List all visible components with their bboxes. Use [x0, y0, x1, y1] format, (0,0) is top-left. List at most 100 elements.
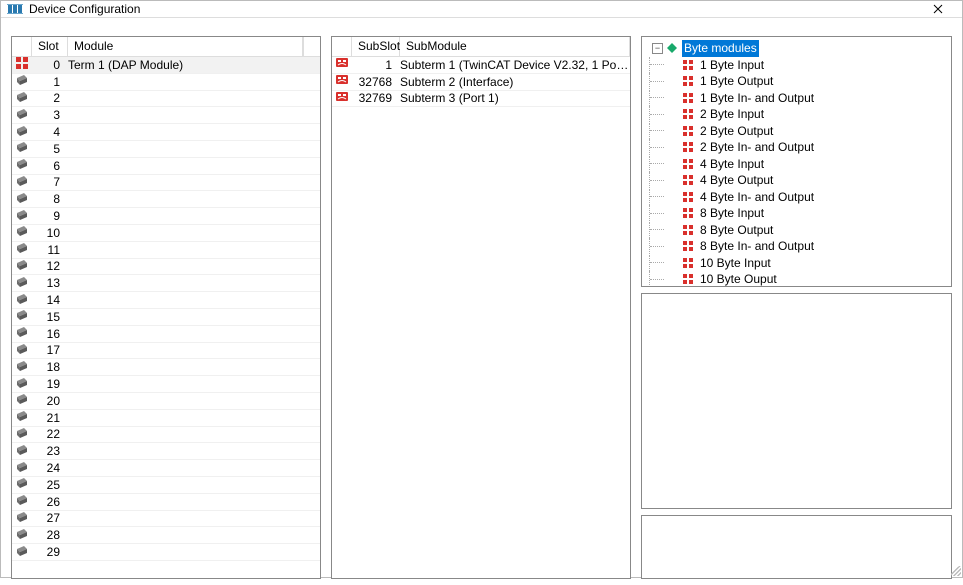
table-row[interactable]: 1Subterm 1 (TwinCAT Device V2.32, 1 Port… — [332, 57, 630, 74]
slot-number: 3 — [32, 108, 68, 122]
empty-slot-icon — [12, 527, 32, 544]
table-row[interactable]: 6 — [12, 158, 320, 175]
tree-node-label: 4 Byte In- and Output — [698, 189, 816, 206]
table-row[interactable]: 23 — [12, 443, 320, 460]
client-area: Slot Module 0Term 1 (DAP Module)12345678… — [1, 18, 962, 585]
tree-node[interactable]: 4 Byte Input — [644, 156, 949, 173]
submodule-icon — [332, 90, 352, 107]
resize-grip-icon[interactable] — [951, 566, 961, 576]
slot-number: 17 — [32, 343, 68, 357]
tree-node[interactable]: 2 Byte In- and Output — [644, 139, 949, 156]
module-type-icon — [682, 174, 694, 186]
table-row[interactable]: 4 — [12, 124, 320, 141]
tree-node[interactable]: 1 Byte In- and Output — [644, 90, 949, 107]
empty-slot-icon — [12, 409, 32, 426]
module-type-icon — [682, 125, 694, 137]
table-row[interactable]: 22 — [12, 427, 320, 444]
empty-slot-icon — [12, 241, 32, 258]
table-row[interactable]: 26 — [12, 494, 320, 511]
module-tree-panel: −Byte modules1 Byte Input1 Byte Output1 … — [641, 36, 952, 287]
slot-number: 9 — [32, 209, 68, 223]
tree-node-label: 8 Byte In- and Output — [698, 238, 816, 255]
table-row[interactable]: 32768Subterm 2 (Interface) — [332, 74, 630, 91]
subslot-table-body[interactable]: 1Subterm 1 (TwinCAT Device V2.32, 1 Port… — [332, 57, 630, 578]
app-icon — [7, 1, 23, 17]
empty-slot-icon — [12, 476, 32, 493]
tree-node[interactable]: 1 Byte Output — [644, 73, 949, 90]
table-row[interactable]: 3 — [12, 107, 320, 124]
subslot-number: 32769 — [352, 91, 400, 105]
table-row[interactable]: 25 — [12, 477, 320, 494]
table-row[interactable]: 20 — [12, 393, 320, 410]
table-row[interactable]: 13 — [12, 275, 320, 292]
tree-node-label: 1 Byte Output — [698, 73, 775, 90]
empty-slot-icon — [12, 376, 32, 393]
table-row[interactable]: 21 — [12, 410, 320, 427]
table-row[interactable]: 7 — [12, 175, 320, 192]
table-row[interactable]: 2 — [12, 91, 320, 108]
tree-node[interactable]: 10 Byte Ouput — [644, 271, 949, 286]
slot-number: 11 — [32, 243, 68, 257]
tree-node-label: 2 Byte Input — [698, 106, 766, 123]
slot-number: 26 — [32, 495, 68, 509]
slot-table-header: Slot Module — [12, 37, 320, 57]
tree-node[interactable]: 1 Byte Input — [644, 57, 949, 74]
module-type-icon — [682, 191, 694, 203]
window-close-button[interactable] — [918, 1, 958, 17]
tree-collapse-icon[interactable]: − — [652, 43, 663, 54]
tree-node-label: 10 Byte Ouput — [698, 271, 779, 286]
table-row[interactable]: 32769Subterm 3 (Port 1) — [332, 91, 630, 108]
empty-slot-icon — [12, 157, 32, 174]
table-row[interactable]: 9 — [12, 208, 320, 225]
tree-node[interactable]: 8 Byte In- and Output — [644, 238, 949, 255]
tree-node[interactable]: 10 Byte Input — [644, 255, 949, 272]
tree-node[interactable]: 4 Byte In- and Output — [644, 189, 949, 206]
table-row[interactable]: 16 — [12, 326, 320, 343]
empty-slot-icon — [12, 308, 32, 325]
module-header[interactable]: Module — [68, 37, 303, 56]
tree-node-root[interactable]: −Byte modules — [644, 40, 949, 57]
slot-header[interactable]: Slot — [32, 37, 68, 56]
module-tree[interactable]: −Byte modules1 Byte Input1 Byte Output1 … — [642, 37, 951, 286]
slot-number: 10 — [32, 226, 68, 240]
empty-slot-icon — [12, 493, 32, 510]
table-row[interactable]: 1 — [12, 74, 320, 91]
slot-number: 13 — [32, 276, 68, 290]
table-row[interactable]: 18 — [12, 359, 320, 376]
table-row[interactable]: 14 — [12, 292, 320, 309]
title-bar: Device Configuration — [1, 1, 962, 18]
module-type-icon — [682, 92, 694, 104]
tree-node-label: 2 Byte In- and Output — [698, 139, 816, 156]
tree-node[interactable]: 4 Byte Output — [644, 172, 949, 189]
module-type-icon — [682, 141, 694, 153]
table-row[interactable]: 15 — [12, 309, 320, 326]
slot-number: 22 — [32, 427, 68, 441]
table-row[interactable]: 8 — [12, 191, 320, 208]
table-row[interactable]: 28 — [12, 527, 320, 544]
submodule-icon — [332, 57, 352, 73]
table-row[interactable]: 29 — [12, 544, 320, 561]
subslot-header[interactable]: SubSlot — [352, 37, 400, 56]
slot-number: 7 — [32, 175, 68, 189]
table-row[interactable]: 12 — [12, 259, 320, 276]
table-row[interactable]: 17 — [12, 343, 320, 360]
table-row[interactable]: 19 — [12, 376, 320, 393]
submodule-header[interactable]: SubModule — [400, 37, 630, 56]
slot-horizontal-scrollbar[interactable] — [12, 561, 320, 578]
tree-node[interactable]: 2 Byte Input — [644, 106, 949, 123]
table-row[interactable]: 0Term 1 (DAP Module) — [12, 57, 320, 74]
table-row[interactable]: 11 — [12, 242, 320, 259]
table-row[interactable]: 24 — [12, 460, 320, 477]
empty-slot-icon — [12, 544, 32, 561]
empty-slot-icon — [12, 191, 32, 208]
tree-node-label: 4 Byte Output — [698, 172, 775, 189]
empty-slot-icon — [12, 124, 32, 141]
tree-node[interactable]: 8 Byte Output — [644, 222, 949, 239]
tree-node[interactable]: 8 Byte Input — [644, 205, 949, 222]
table-row[interactable]: 10 — [12, 225, 320, 242]
tree-node-label: 1 Byte Input — [698, 57, 766, 74]
tree-node[interactable]: 2 Byte Output — [644, 123, 949, 140]
slot-table-body[interactable]: 0Term 1 (DAP Module)12345678910111213141… — [12, 57, 320, 561]
table-row[interactable]: 27 — [12, 511, 320, 528]
table-row[interactable]: 5 — [12, 141, 320, 158]
